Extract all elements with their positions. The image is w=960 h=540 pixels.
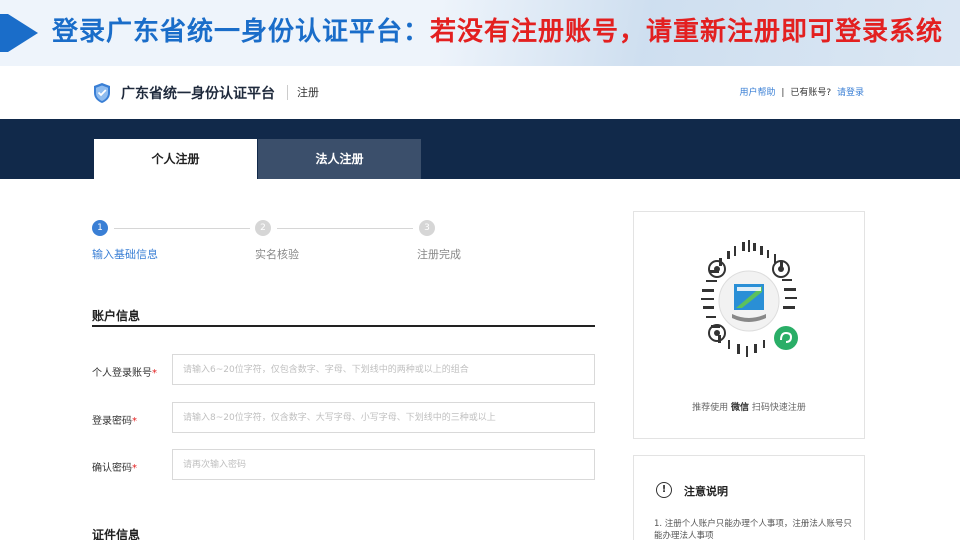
required-mark: * bbox=[132, 463, 137, 474]
password-label: 登录密码* bbox=[92, 412, 137, 427]
section-divider bbox=[92, 325, 595, 327]
step-2-label: 实名核验 bbox=[255, 248, 299, 261]
login-account-label: 个人登录账号* bbox=[92, 364, 157, 379]
tab-legal-registration[interactable]: 法人注册 bbox=[258, 139, 421, 179]
arrow-icon-tail bbox=[0, 14, 8, 52]
step-connector-2 bbox=[277, 228, 413, 229]
step-2-indicator: 2 bbox=[255, 220, 271, 236]
required-mark: * bbox=[152, 368, 157, 379]
password-input[interactable] bbox=[172, 402, 595, 433]
user-help-link[interactable]: 用户帮助 bbox=[740, 88, 776, 98]
banner-title-blue: 登录广东省统一身份认证平台： bbox=[52, 17, 431, 47]
site-title[interactable]: 广东省统一身份认证平台 bbox=[121, 83, 275, 103]
header-account-links: 用户帮助 | 已有账号? 请登录 bbox=[740, 85, 864, 98]
confirm-password-label: 确认密码* bbox=[92, 459, 137, 474]
qr-caption-wechat: 微信 bbox=[730, 403, 749, 413]
step-3-label: 注册完成 bbox=[417, 248, 461, 261]
header-section-label: 注册 bbox=[297, 86, 319, 99]
info-exclamation-icon: ! bbox=[656, 482, 672, 498]
registration-nav-band: 个人注册 法人注册 bbox=[0, 119, 960, 179]
notice-title: 注意说明 bbox=[684, 485, 728, 498]
header-divider bbox=[287, 85, 288, 100]
qr-caption-suffix: 扫码快速注册 bbox=[749, 403, 806, 413]
login-account-label-text: 个人登录账号 bbox=[92, 368, 152, 379]
tab-personal-registration[interactable]: 个人注册 bbox=[94, 139, 257, 179]
step-1-indicator: 1 bbox=[92, 220, 108, 236]
confirm-password-input[interactable] bbox=[172, 449, 595, 480]
banner-title-red: 若没有注册账号，请重新注册即可登录系统 bbox=[430, 17, 944, 47]
qr-caption: 推荐使用 微信 扫码快速注册 bbox=[634, 400, 864, 413]
login-link[interactable]: 请登录 bbox=[837, 88, 864, 98]
confirm-password-label-text: 确认密码 bbox=[92, 463, 132, 474]
account-section-title: 账户信息 bbox=[92, 309, 141, 323]
notice-panel: ! 注意说明 1. 注册个人账户只能办理个人事项，注册法人账号只能办理法人事项 bbox=[633, 455, 865, 540]
login-account-input[interactable] bbox=[172, 354, 595, 385]
wechat-mini-program-qr-icon[interactable] bbox=[682, 234, 816, 368]
id-section-title: 证件信息 bbox=[92, 528, 141, 540]
qr-caption-prefix: 推荐使用 bbox=[692, 403, 731, 413]
password-label-text: 登录密码 bbox=[92, 416, 132, 427]
have-account-text: 已有账号? bbox=[790, 88, 832, 98]
arrow-icon bbox=[8, 14, 38, 52]
banner-title: 登录广东省统一身份认证平台：若没有注册账号，请重新注册即可登录系统 bbox=[52, 14, 943, 50]
notice-text: 1. 注册个人账户只能办理个人事项，注册法人账号只能办理法人事项 bbox=[654, 519, 852, 540]
slide-banner: 登录广东省统一身份认证平台：若没有注册账号，请重新注册即可登录系统 bbox=[0, 0, 960, 66]
required-mark: * bbox=[132, 416, 137, 427]
header-links-separator: | bbox=[781, 88, 785, 98]
step-1-label: 输入基础信息 bbox=[92, 248, 158, 261]
wechat-qr-panel: 推荐使用 微信 扫码快速注册 bbox=[633, 211, 865, 439]
shield-logo-icon bbox=[94, 83, 110, 103]
step-3-indicator: 3 bbox=[419, 220, 435, 236]
site-header: 广东省统一身份认证平台 注册 用户帮助 | 已有账号? 请登录 bbox=[0, 66, 960, 119]
step-connector-1 bbox=[114, 228, 250, 229]
